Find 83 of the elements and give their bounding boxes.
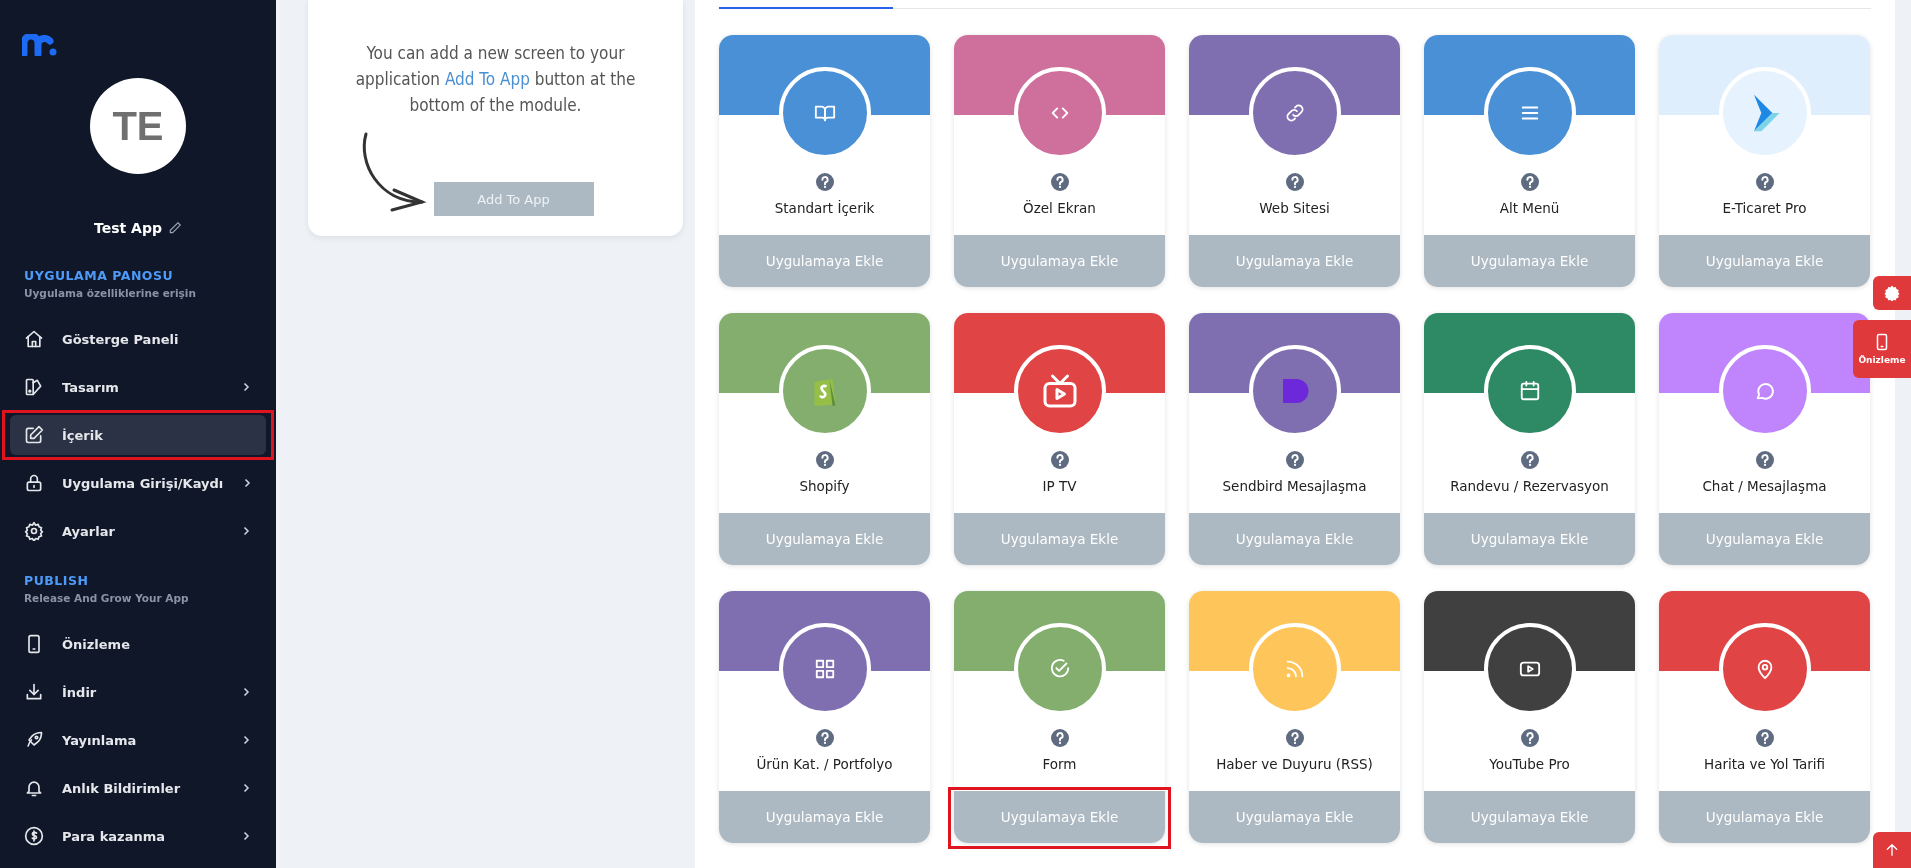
avatar: TE — [90, 78, 186, 174]
section-subtitle: Release And Grow Your App — [24, 592, 190, 604]
section-title: UYGULAMA PANOSU — [24, 268, 175, 283]
help-icon[interactable] — [1050, 729, 1069, 747]
sidebar-item[interactable]: Para kazanma — [10, 816, 266, 856]
module-title: IP TV — [1041, 477, 1078, 496]
module-title: E-Ticaret Pro — [1721, 199, 1808, 218]
add-module-button[interactable]: Uygulamaya Ekle — [1424, 791, 1635, 843]
instruction-text: You can add a new screen to your application Add To App button at the bottom of the module. — [354, 42, 637, 117]
add-module-button[interactable]: Uygulamaya Ekle — [1659, 791, 1870, 843]
help-icon[interactable] — [1520, 173, 1539, 191]
help-icon[interactable] — [1755, 451, 1774, 469]
help-icon[interactable] — [1520, 451, 1539, 469]
section-title: PUBLISH — [24, 573, 90, 588]
settings-icon — [24, 521, 44, 541]
rocket-icon — [24, 730, 44, 750]
scroll-top-button[interactable] — [1873, 832, 1911, 868]
add-module-button[interactable]: Uygulamaya Ekle — [954, 513, 1165, 565]
tv-icon — [1041, 373, 1078, 409]
module-title: Shopify — [798, 477, 851, 496]
add-module-button[interactable]: Uygulamaya Ekle — [1424, 513, 1635, 565]
dollar-coin-icon — [24, 826, 44, 846]
padlock-icon — [24, 473, 44, 493]
sidebar-item[interactable]: Yayınlama — [10, 720, 266, 760]
module-title: Web Sitesi — [1258, 199, 1331, 218]
app-logo[interactable] — [22, 34, 58, 56]
add-module-button[interactable]: Uygulamaya Ekle — [1659, 235, 1870, 287]
download-icon — [24, 682, 44, 702]
gear-icon — [1884, 285, 1900, 301]
sidebar-item[interactable]: Gösterge Paneli — [10, 319, 266, 359]
add-module-button[interactable]: Uygulamaya Ekle — [1424, 235, 1635, 287]
help-icon[interactable] — [1520, 729, 1539, 747]
module-title: Randevu / Rezervasyon — [1449, 477, 1610, 496]
sidebar-item[interactable]: Anlık Bildirimler — [10, 768, 266, 808]
add-module-button[interactable]: Uygulamaya Ekle — [954, 235, 1165, 287]
arrow-up-icon — [1884, 842, 1900, 858]
grid-icon — [813, 658, 836, 680]
add-module-button[interactable]: Uygulamaya Ekle — [1189, 235, 1400, 287]
module-title: Form — [1041, 755, 1078, 774]
module-title: Sendbird Mesajlaşma — [1221, 477, 1368, 496]
add-module-button[interactable]: Uygulamaya Ekle — [1189, 791, 1400, 843]
bell-icon — [24, 778, 44, 798]
help-icon[interactable] — [815, 173, 834, 191]
check-circle-icon — [1048, 658, 1071, 680]
module-title: Harita ve Yol Tarifi — [1703, 755, 1826, 774]
module-title: Alt Menü — [1498, 199, 1561, 218]
sidebar-item[interactable]: İndir — [10, 672, 266, 712]
edit-icon — [24, 425, 44, 445]
pencil-icon[interactable] — [168, 221, 182, 235]
sidebar-item[interactable]: Ayarlar — [10, 511, 266, 551]
preview-button[interactable]: Önizleme — [1853, 320, 1911, 378]
module-title: Standart İçerik — [773, 199, 876, 218]
help-icon[interactable] — [815, 729, 834, 747]
add-module-button[interactable]: Uygulamaya Ekle — [719, 513, 930, 565]
help-icon[interactable] — [1755, 729, 1774, 747]
help-icon[interactable] — [1050, 173, 1069, 191]
sidebar-item[interactable]: Tasarım — [10, 367, 266, 407]
help-icon[interactable] — [1755, 173, 1774, 191]
help-icon[interactable] — [815, 451, 834, 469]
sidebar-item[interactable]: İçerik — [10, 415, 266, 455]
help-icon[interactable] — [1050, 451, 1069, 469]
module-title: Özel Ekran — [1022, 199, 1097, 218]
help-icon[interactable] — [1285, 451, 1304, 469]
section-subtitle: Uygulama özelliklerine erişin — [24, 287, 197, 299]
add-module-button[interactable]: Uygulamaya Ekle — [1659, 513, 1870, 565]
sidebar-item[interactable]: Önizleme — [10, 624, 266, 664]
house-icon — [24, 329, 44, 349]
add-module-button[interactable]: Uygulamaya Ekle — [719, 791, 930, 843]
sidebar-item[interactable]: Uygulama Girişi/Kaydı — [10, 463, 266, 503]
module-title: YouTube Pro — [1488, 755, 1571, 774]
palette-icon — [24, 377, 44, 397]
calendar-icon — [1518, 380, 1541, 402]
add-module-button[interactable]: Uygulamaya Ekle — [1189, 513, 1400, 565]
settings-button[interactable] — [1873, 276, 1911, 310]
module-title: Haber ve Duyuru (RSS) — [1215, 755, 1374, 774]
help-icon[interactable] — [1285, 173, 1304, 191]
add-to-app-button[interactable]: Add To App — [433, 182, 594, 216]
help-icon[interactable] — [1285, 729, 1304, 747]
add-module-button[interactable]: Uygulamaya Ekle — [719, 235, 930, 287]
add-module-button[interactable]: Uygulamaya Ekle — [954, 791, 1165, 843]
module-title: Ürün Kat. / Portfolyo — [755, 755, 894, 774]
app-name: Test App — [94, 220, 162, 236]
module-title: Chat / Mesajlaşma — [1701, 477, 1828, 496]
